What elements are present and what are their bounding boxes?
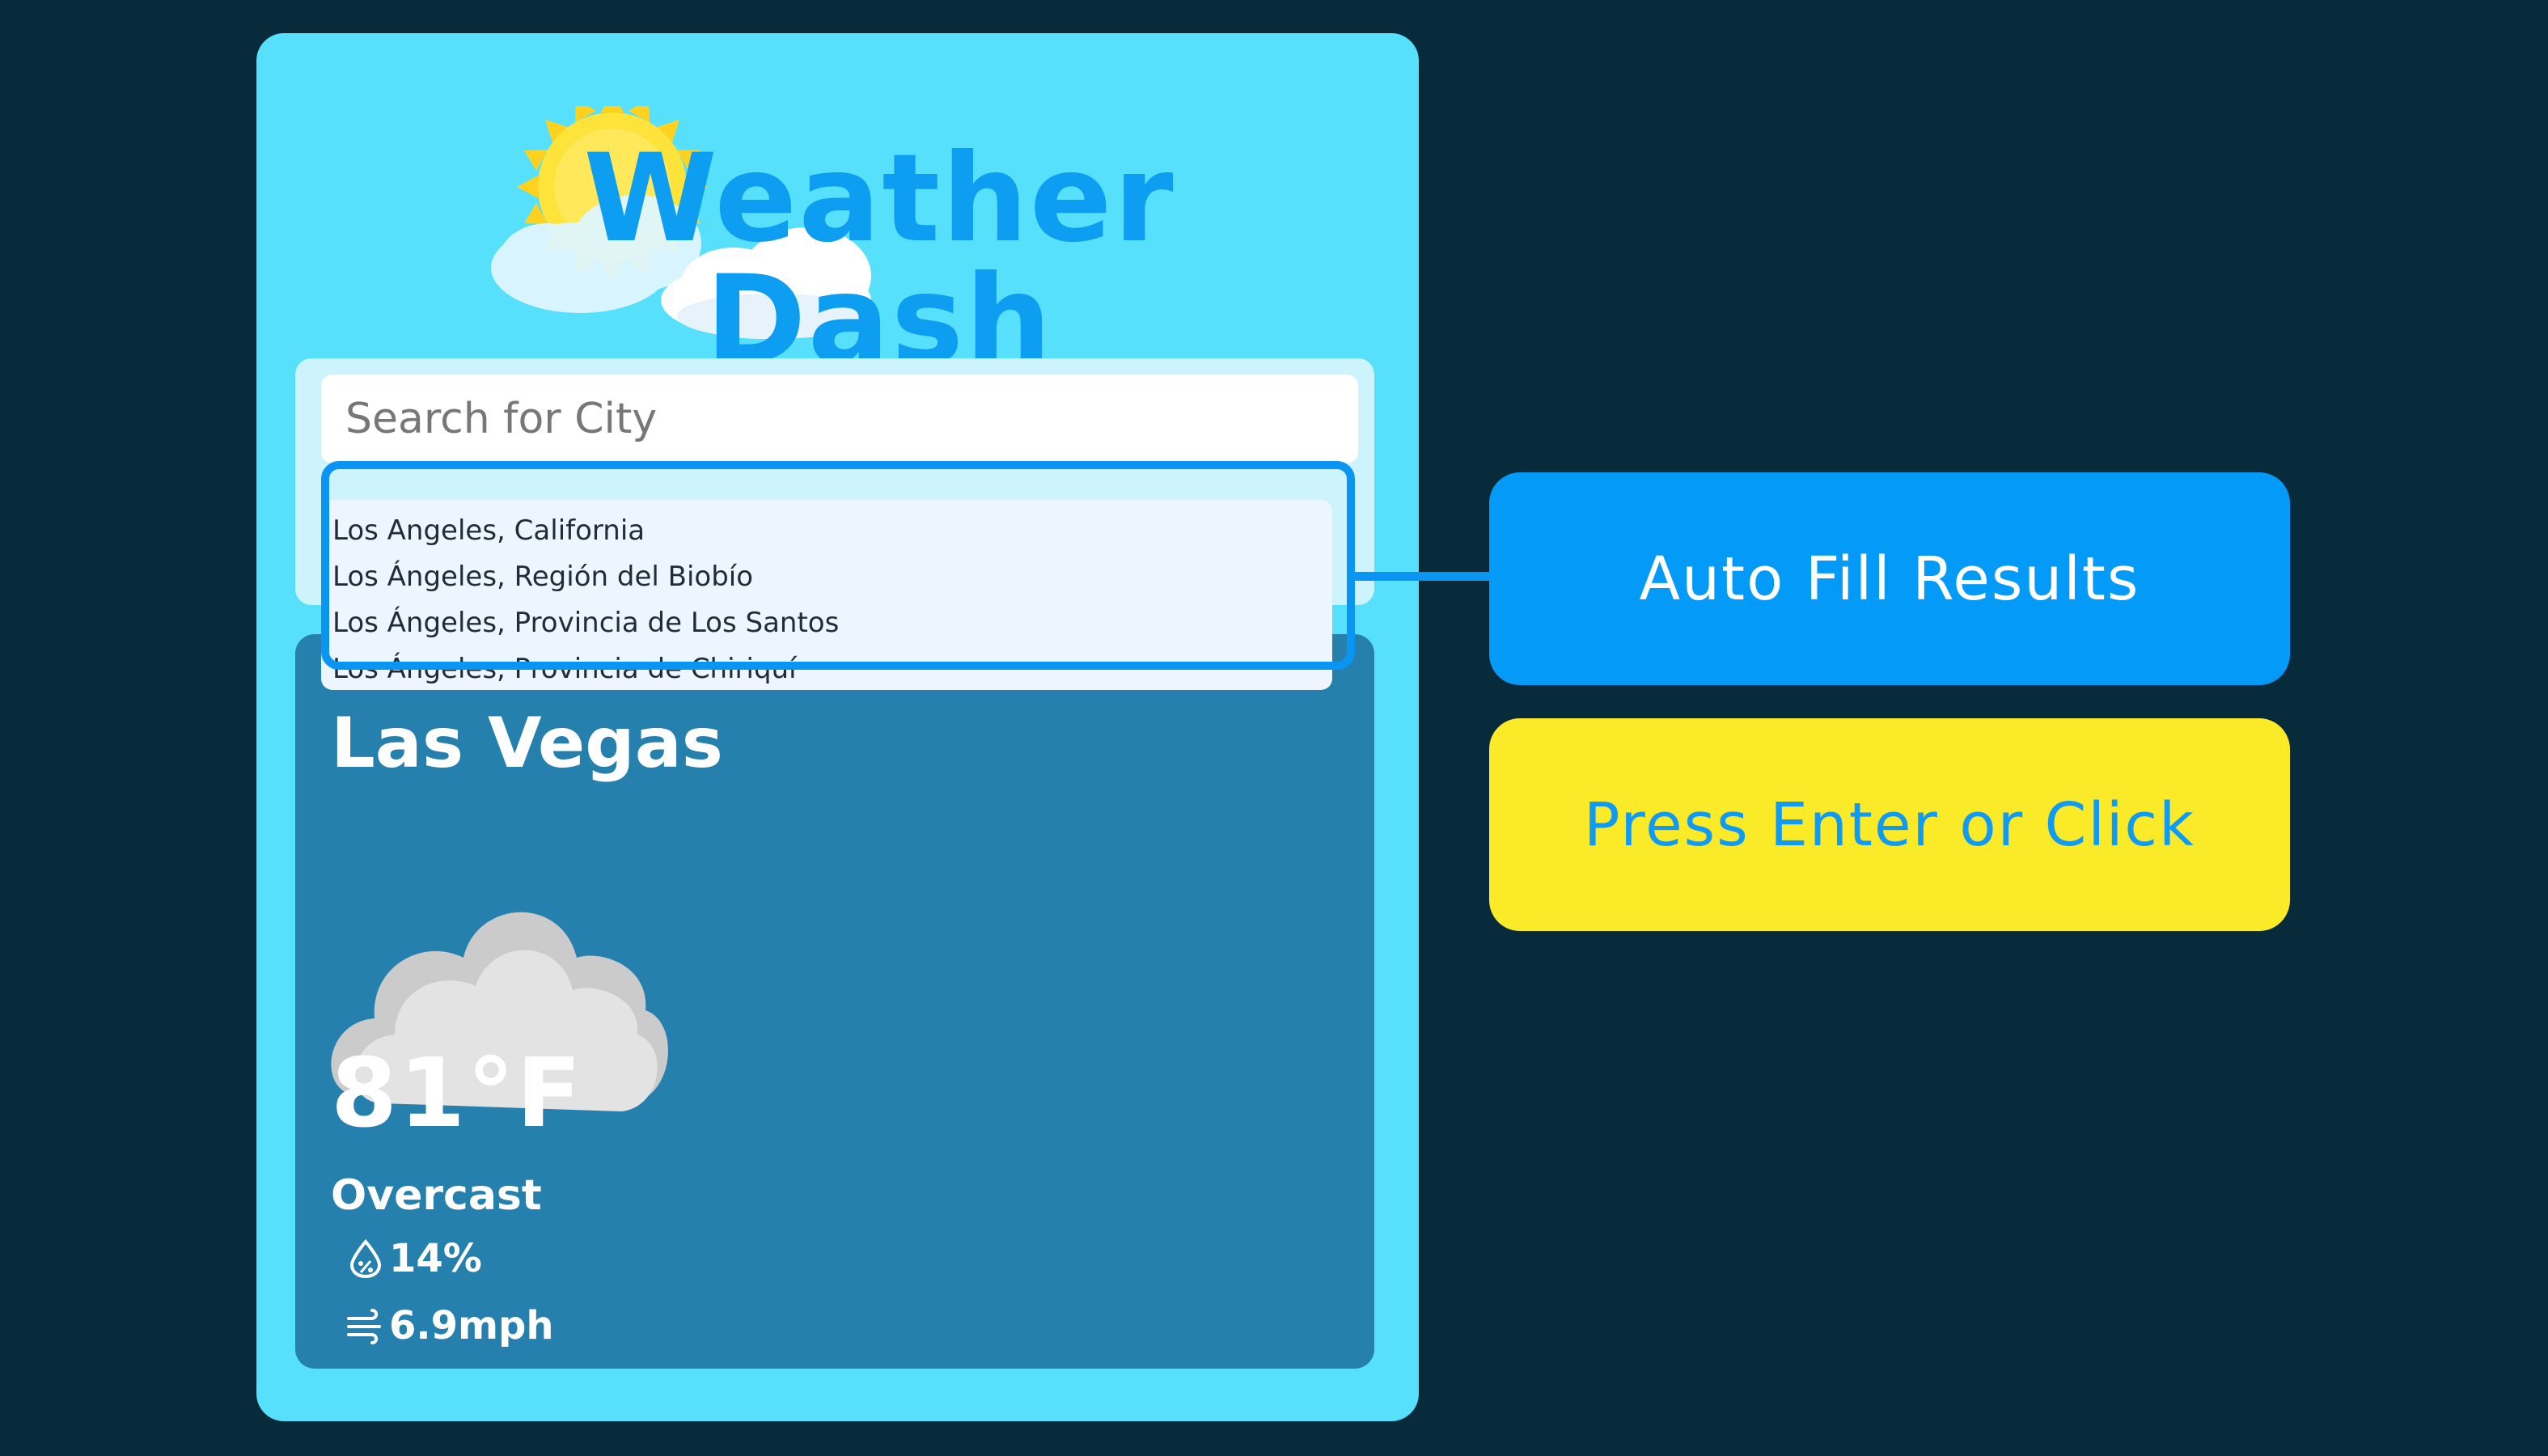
wind-icon: [347, 1309, 381, 1344]
city-name: Las Vegas: [331, 703, 723, 784]
temperature-readout: 81°F: [331, 1037, 583, 1149]
humidity-value: 14%: [389, 1236, 482, 1281]
current-weather-card: Las Vegas 81°F Overcast 14% 6.9mph: [295, 634, 1374, 1369]
press-enter-callout: Press Enter or Click: [1489, 718, 2290, 931]
humidity-row: 14%: [347, 1234, 482, 1283]
autofill-highlight-box: [321, 461, 1355, 670]
app-header: Weather Dash: [256, 33, 1419, 381]
autofill-results-callout: Auto Fill Results: [1489, 472, 2290, 685]
wind-row: 6.9mph: [347, 1302, 554, 1350]
humidity-drop-icon: [349, 1238, 382, 1279]
wind-value: 6.9mph: [389, 1303, 554, 1348]
app-title: Weather Dash: [583, 129, 1175, 391]
weather-app-card: Weather Dash Las Vegas 81°F Overcast 14%: [256, 33, 1419, 1421]
weather-condition: Overcast: [331, 1171, 542, 1220]
callout-connector-line: [1353, 572, 1489, 581]
city-search-input[interactable]: [321, 375, 1358, 463]
